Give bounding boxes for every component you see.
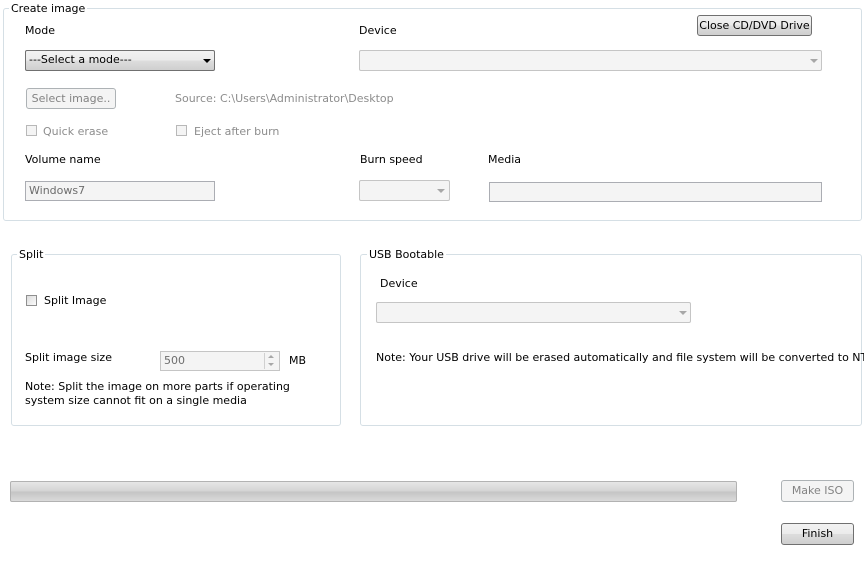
split-image-checkbox[interactable] (26, 295, 37, 306)
volume-name-input[interactable]: Windows7 (25, 181, 215, 201)
quick-erase-label: Quick erase (43, 125, 109, 138)
split-size-value: 500 (164, 354, 185, 367)
usb-device-label: Device (380, 277, 418, 290)
media-field (489, 182, 822, 202)
eject-after-burn-checkbox[interactable] (176, 125, 187, 136)
mode-select-value: ---Select a mode--- (29, 53, 132, 66)
device-select[interactable] (359, 50, 822, 71)
split-size-stepper[interactable]: 500 (160, 351, 280, 371)
split-size-label: Split image size (25, 351, 112, 364)
quick-erase-checkbox[interactable] (26, 125, 37, 136)
split-image-label: Split Image (44, 294, 107, 307)
burn-speed-label: Burn speed (360, 153, 423, 166)
make-iso-button[interactable]: Make ISO (781, 480, 854, 502)
split-legend: Split (17, 248, 46, 261)
device-label: Device (359, 24, 397, 37)
finish-button[interactable]: Finish (781, 523, 854, 545)
burn-speed-select[interactable] (359, 180, 450, 201)
split-note: Note: Split the image on more parts if o… (25, 380, 290, 407)
media-label: Media (488, 153, 522, 166)
usb-device-select[interactable] (376, 302, 691, 323)
chevron-down-icon (203, 59, 211, 63)
usb-bootable-legend: USB Bootable (367, 248, 446, 261)
mode-label: Mode (25, 24, 55, 37)
stepper-up-icon[interactable] (264, 353, 278, 361)
volume-name-label: Volume name (25, 153, 101, 166)
split-size-unit: MB (289, 354, 307, 367)
usb-note: Note: Your USB drive will be erased auto… (376, 351, 864, 364)
usb-bootable-group (360, 254, 862, 426)
mode-select[interactable]: ---Select a mode--- (25, 50, 215, 71)
source-path-text: Source: C:\Users\Administrator\Desktop (175, 92, 394, 105)
stepper-down-icon[interactable] (264, 361, 278, 369)
create-image-legend: Create image (9, 2, 88, 15)
chevron-down-icon (679, 311, 687, 315)
progress-bar (10, 481, 737, 502)
select-image-button[interactable]: Select image.. (26, 88, 116, 109)
chevron-down-icon (810, 59, 818, 63)
chevron-down-icon (437, 189, 445, 193)
close-drive-button[interactable]: Close CD/DVD Drive (697, 15, 812, 36)
eject-after-burn-label: Eject after burn (194, 125, 280, 138)
